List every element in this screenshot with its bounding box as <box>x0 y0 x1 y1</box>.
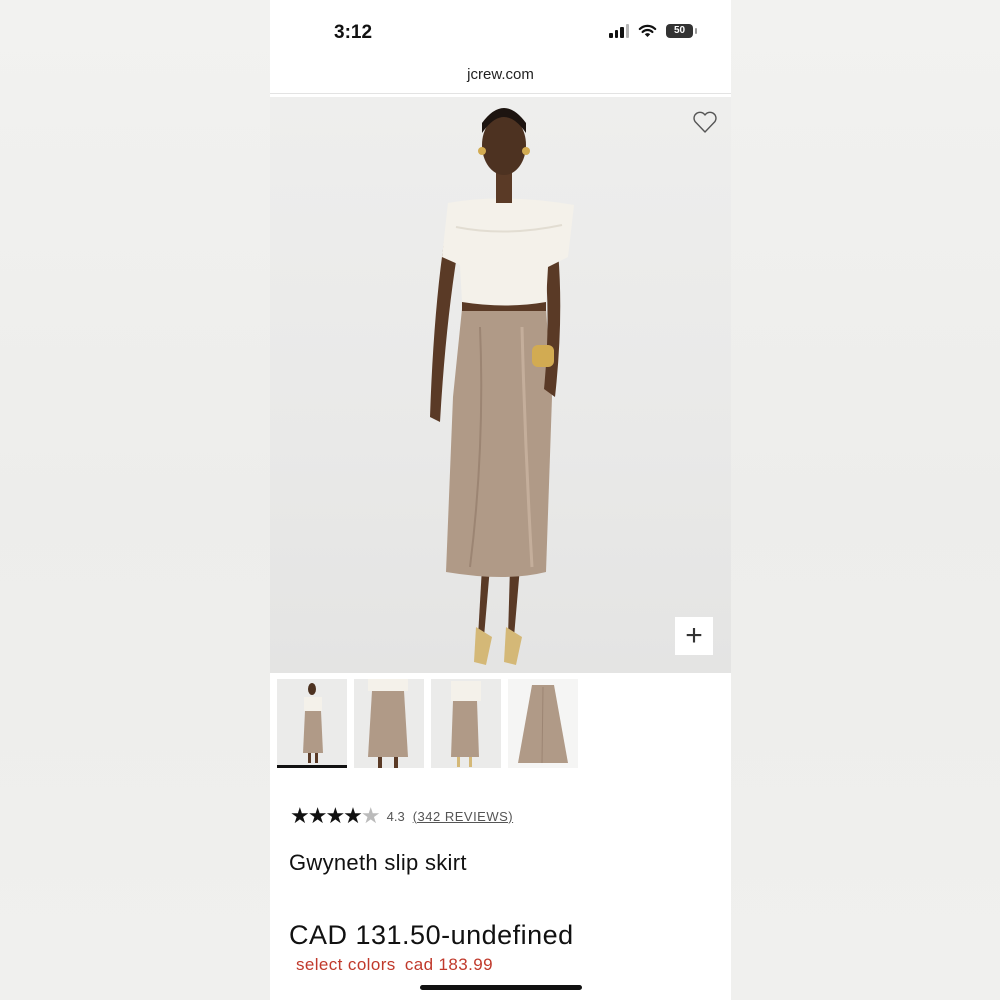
background-left <box>0 0 270 1000</box>
product-hero-image[interactable]: + <box>270 97 731 673</box>
background-right <box>731 0 1000 1000</box>
zoom-button[interactable]: + <box>675 617 713 655</box>
wifi-icon <box>638 24 657 37</box>
product-rating: ★★★★★ 4.3 (342 REVIEWS) <box>290 805 513 827</box>
thumbnail-strip <box>277 679 578 768</box>
status-time: 3:12 <box>334 22 373 43</box>
signal-icon <box>609 24 629 38</box>
url-divider <box>270 93 731 94</box>
sale-label: select colors <box>296 955 396 974</box>
reviews-link[interactable]: (342 REVIEWS) <box>413 809 513 824</box>
thumbnail-skirt-front-view[interactable] <box>354 679 424 768</box>
url-bar[interactable]: jcrew.com <box>270 66 731 83</box>
heart-outline-icon <box>693 111 717 133</box>
thumbnail-skirt-flat-view[interactable] <box>508 679 578 768</box>
thumbnail-image <box>303 683 323 763</box>
wishlist-button[interactable] <box>690 107 720 137</box>
plus-icon: + <box>685 619 703 652</box>
thumbnail-image <box>451 681 481 767</box>
status-icons: 50 <box>609 24 697 38</box>
phone-screen: 3:12 50 jcrew.com + ★★★★★ 4.3 (342 REVIE… <box>270 0 731 1000</box>
thumbnail-image <box>368 679 408 768</box>
thumbnail-image <box>508 679 578 768</box>
sale-price: cad 183.99 <box>404 955 493 974</box>
star-rating-icon: ★★★★★ <box>290 803 381 828</box>
thumbnail-skirt-side-view[interactable] <box>431 679 501 768</box>
model-illustration <box>430 108 574 665</box>
product-price: CAD 131.50-undefined <box>289 920 574 950</box>
home-indicator[interactable] <box>420 985 582 990</box>
sale-price-line: select colors cad 183.99 <box>296 955 497 975</box>
thumbnail-front-full-view[interactable] <box>277 679 347 768</box>
rating-value: 4.3 <box>386 808 405 824</box>
battery-icon: 50 <box>666 24 697 38</box>
product-title: Gwyneth slip skirt <box>289 850 467 875</box>
